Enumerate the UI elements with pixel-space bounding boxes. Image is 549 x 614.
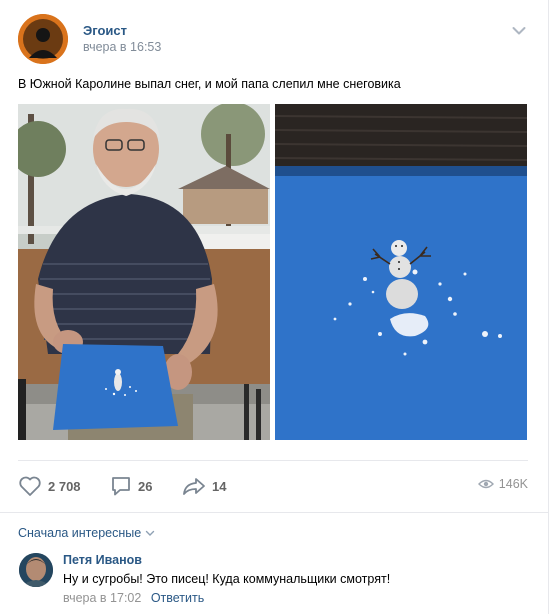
- post-photo-snowman-closeup[interactable]: [275, 104, 527, 440]
- comment-author[interactable]: Петя Иванов: [63, 553, 142, 567]
- chevron-down-icon[interactable]: [512, 26, 526, 36]
- post-photo-man-with-snowman[interactable]: [18, 104, 270, 440]
- comments-sort-dropdown[interactable]: Сначала интересные: [18, 526, 155, 540]
- like-button[interactable]: 2 708: [18, 474, 81, 498]
- comment-button[interactable]: 26: [110, 474, 152, 498]
- comment-text: Ну и сугробы! Это писец! Куда коммунальщ…: [63, 572, 391, 586]
- comments-divider: [0, 512, 548, 513]
- post-time[interactable]: вчера в 16:53: [83, 40, 161, 54]
- comment-time[interactable]: вчера в 17:02: [63, 591, 141, 605]
- avatar-image: [18, 14, 68, 64]
- share-arrow-icon: [183, 478, 205, 495]
- reply-link[interactable]: Ответить: [151, 591, 204, 605]
- comment-count: 26: [138, 478, 153, 494]
- commenter-avatar-image: [19, 553, 53, 587]
- share-button[interactable]: 14: [182, 474, 226, 498]
- sort-label: Сначала интересные: [18, 526, 142, 540]
- heart-icon: [19, 476, 41, 496]
- photo-snowman-image: [275, 104, 527, 440]
- photo-man-image: [18, 104, 270, 440]
- views-counter: 146K: [477, 477, 528, 491]
- comment-avatar[interactable]: [19, 553, 53, 587]
- post-text: В Южной Каролине выпал снег, и мой папа …: [18, 77, 401, 91]
- actions-divider-top: [18, 460, 528, 461]
- eye-icon: [477, 479, 494, 489]
- author-avatar[interactable]: [18, 14, 68, 64]
- views-count: 146K: [498, 477, 528, 491]
- comment-meta: вчера в 17:02 Ответить: [63, 591, 204, 605]
- post-card: Эгоист вчера в 16:53 В Южной Каролине вы…: [0, 0, 549, 614]
- like-count: 2 708: [48, 478, 81, 494]
- author-name[interactable]: Эгоист: [83, 23, 127, 38]
- share-count: 14: [212, 478, 227, 494]
- small-chevron-down-icon: [146, 530, 155, 536]
- speech-bubble-icon: [112, 477, 130, 496]
